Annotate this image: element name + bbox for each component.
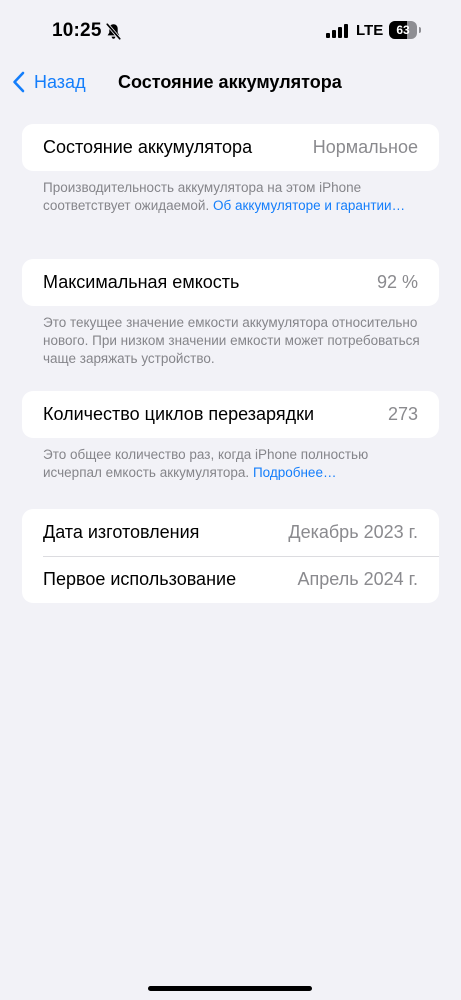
- battery-percent: 63: [396, 23, 410, 37]
- first-use-value: Апрель 2024 г.: [297, 569, 418, 589]
- charge-cycles-label: Количество циклов перезарядки: [43, 404, 315, 424]
- manufacture-date-value: Декабрь 2023 г.: [288, 522, 418, 542]
- charge-cycles-footer: Это общее количество раз, когда iPhone п…: [43, 446, 423, 482]
- back-button[interactable]: Назад: [12, 68, 86, 96]
- more-info-link[interactable]: Подробнее…: [253, 465, 337, 480]
- status-time: 10:25: [52, 20, 102, 41]
- cellular-signal-icon: [326, 24, 348, 38]
- battery-health-card: Состояние аккумулятора Нормальное: [22, 124, 439, 171]
- battery-health-footer: Производительность аккумулятора на этом …: [43, 179, 423, 215]
- network-type: LTE: [356, 22, 384, 39]
- max-capacity-row: Максимальная емкость 92 %: [22, 259, 439, 306]
- charge-cycles-card: Количество циклов перезарядки 273: [22, 391, 439, 438]
- home-indicator[interactable]: [148, 986, 312, 991]
- charge-cycles-row: Количество циклов перезарядки 273: [22, 391, 439, 438]
- max-capacity-label: Максимальная емкость: [43, 272, 240, 292]
- manufacture-date-row: Дата изготовления Декабрь 2023 г.: [22, 509, 439, 557]
- manufacture-date-label: Дата изготовления: [43, 522, 200, 542]
- charge-cycles-value: 273: [387, 404, 418, 424]
- back-label: Назад: [34, 71, 86, 92]
- chevron-left-icon: [13, 71, 25, 93]
- battery-health-row: Состояние аккумулятора Нормальное: [22, 124, 439, 171]
- first-use-label: Первое использование: [43, 569, 237, 589]
- dates-card: Дата изготовления Декабрь 2023 г. Первое…: [22, 509, 439, 603]
- first-use-row: Первое использование Апрель 2024 г.: [22, 556, 439, 603]
- battery-health-value: Нормальное: [312, 137, 418, 157]
- bell-slash-icon: [106, 23, 121, 40]
- page-title: Состояние аккумулятора: [118, 72, 342, 92]
- battery-health-label: Состояние аккумулятора: [43, 137, 253, 157]
- max-capacity-value: 92 %: [376, 272, 418, 292]
- navigation-bar: Назад Состояние аккумулятора: [0, 64, 461, 100]
- max-capacity-footer: Это текущее значение емкости аккумулятор…: [43, 315, 420, 366]
- about-battery-warranty-link[interactable]: Об аккумуляторе и гарантии…: [213, 198, 405, 213]
- status-bar: 10:25 LTE 63: [0, 0, 461, 62]
- max-capacity-card: Максимальная емкость 92 %: [22, 259, 439, 306]
- battery-icon: 63: [389, 21, 422, 39]
